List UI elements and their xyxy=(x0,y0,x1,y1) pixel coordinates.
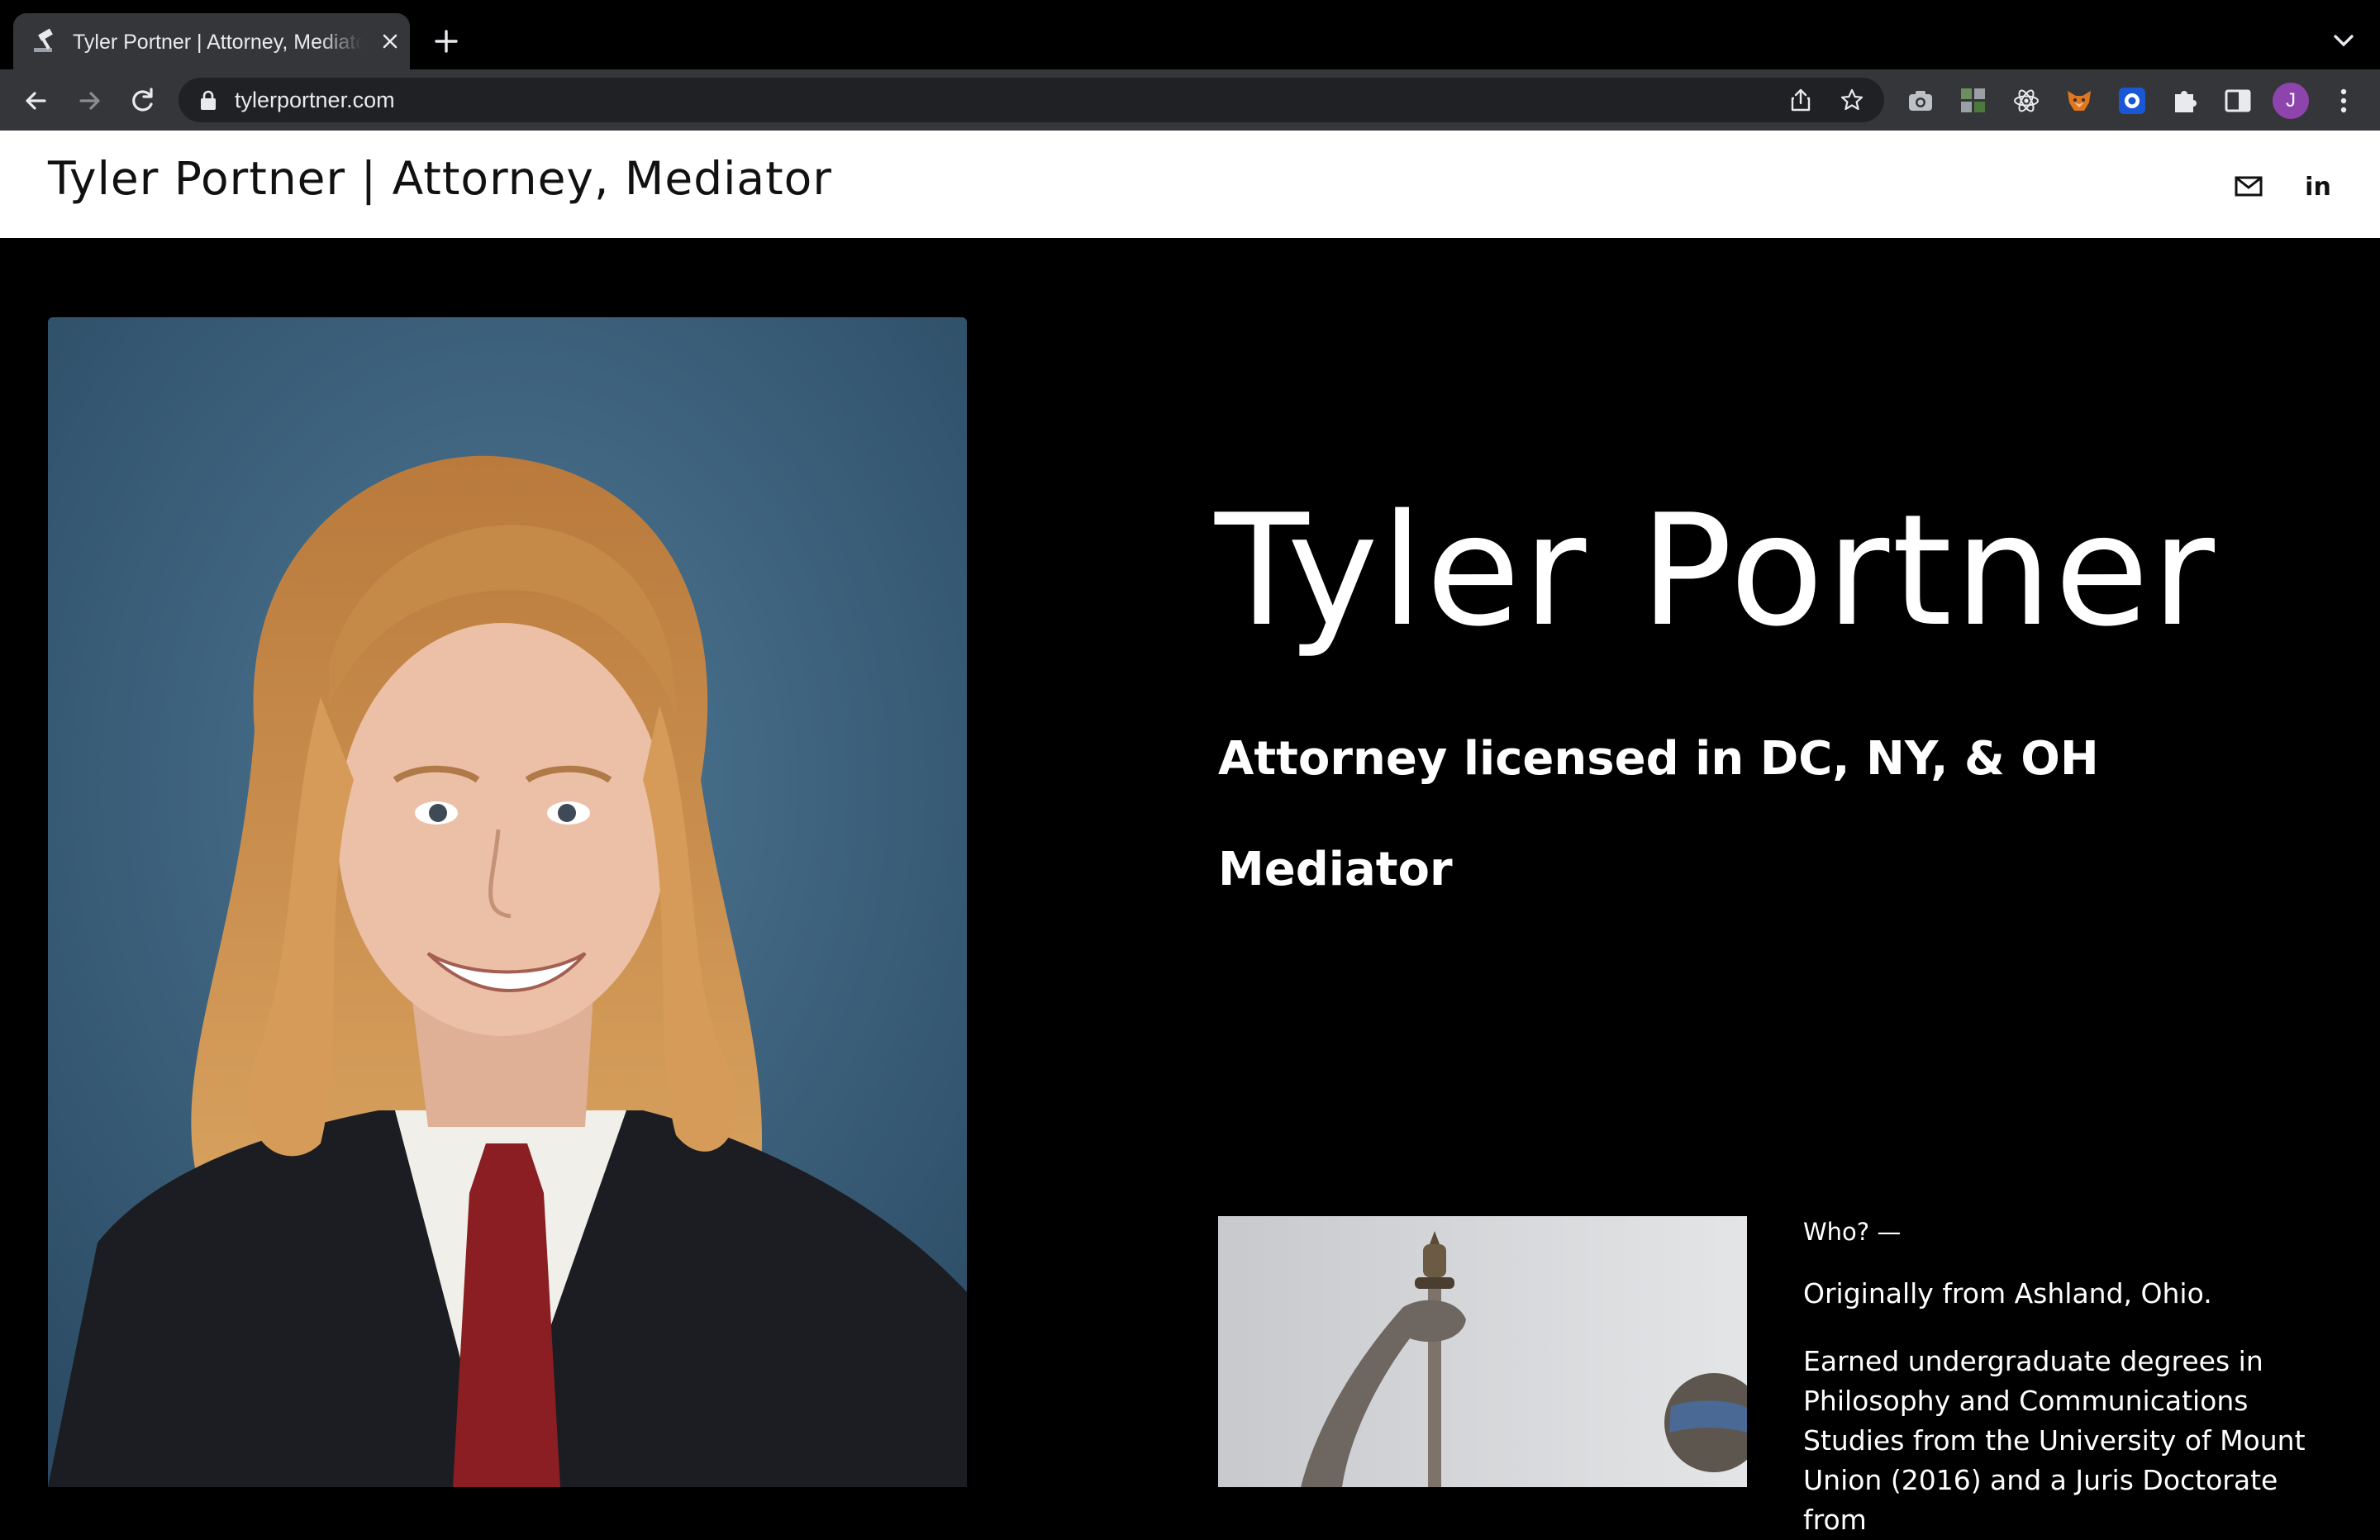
browser-tab-strip: Tyler Portner | Attorney, Mediator xyxy=(0,0,2380,69)
about-heading: Who? — xyxy=(1803,1218,1902,1246)
reload-icon[interactable] xyxy=(126,84,159,117)
lady-justice-statue-photo xyxy=(1218,1216,1747,1487)
extension-grid-icon[interactable] xyxy=(1959,86,1988,116)
tab-title: Tyler Portner | Attorney, Mediator xyxy=(73,31,362,54)
hero-role-subheading: Mediator xyxy=(1218,843,1453,896)
linkedin-icon[interactable]: in xyxy=(2302,170,2334,202)
tab-search-chevron-icon[interactable] xyxy=(2327,28,2360,53)
react-atom-icon[interactable] xyxy=(2011,86,2041,116)
fox-icon[interactable] xyxy=(2064,86,2094,116)
sidebar-icon[interactable] xyxy=(2223,86,2253,116)
site-header: Tyler Portner | Attorney, Mediator in xyxy=(0,131,2380,238)
bookmark-star-icon[interactable] xyxy=(1840,88,1864,112)
svg-text:in: in xyxy=(2305,173,2331,202)
close-tab-icon[interactable] xyxy=(378,30,402,53)
profile-avatar[interactable]: J xyxy=(2273,83,2309,119)
new-tab-plus-icon[interactable] xyxy=(430,25,463,58)
hero-name-heading: Tyler Portner xyxy=(1215,481,2217,660)
puzzle-icon[interactable] xyxy=(2170,86,2200,116)
lock-icon[interactable] xyxy=(198,89,218,111)
gavel-favicon-icon xyxy=(34,28,53,52)
mail-icon[interactable] xyxy=(2233,170,2264,202)
back-arrow-icon[interactable] xyxy=(20,84,53,117)
address-bar[interactable]: tylerportner.com xyxy=(178,78,1884,122)
site-title-link[interactable]: Tyler Portner | Attorney, Mediator xyxy=(48,152,832,205)
forward-arrow-icon[interactable] xyxy=(73,84,106,117)
camera-icon[interactable] xyxy=(1906,86,1935,116)
hero-license-subheading: Attorney licensed in DC, NY, & OH xyxy=(1218,732,2099,786)
url-text[interactable]: tylerportner.com xyxy=(235,78,395,122)
circle-ring-icon[interactable] xyxy=(2117,86,2147,116)
browser-tab-active[interactable]: Tyler Portner | Attorney, Mediator xyxy=(13,13,410,69)
about-education-text: Earned undergraduate degrees in Philosop… xyxy=(1803,1345,2306,1536)
browser-toolbar: tylerportner.com J xyxy=(0,69,2380,131)
about-origin-text: Originally from Ashland, Ohio. xyxy=(1803,1277,2212,1309)
kebab-menu-icon[interactable] xyxy=(2330,86,2357,116)
portrait-photo xyxy=(48,317,967,1487)
share-icon[interactable] xyxy=(1788,88,1813,112)
